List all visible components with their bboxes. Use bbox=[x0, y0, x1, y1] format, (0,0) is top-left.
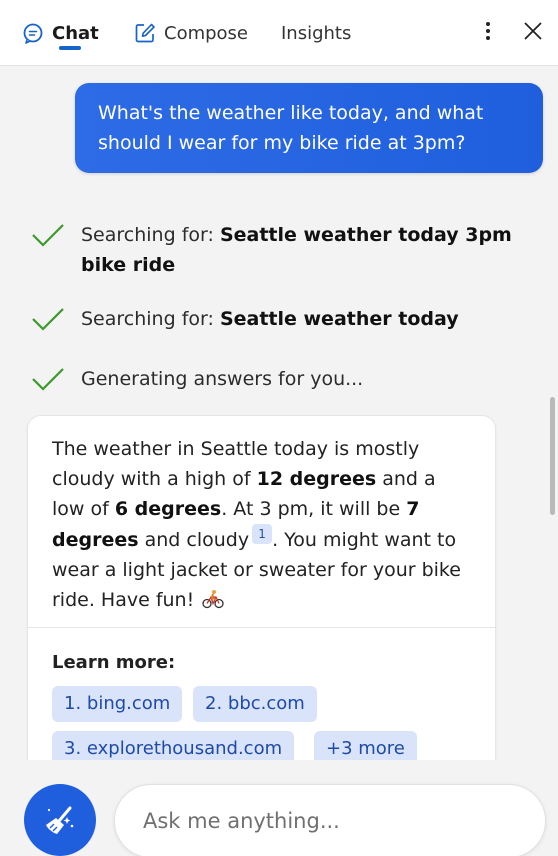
more-options-button[interactable] bbox=[471, 16, 505, 50]
source-link-bbc[interactable]: 2. bbc.com bbox=[193, 686, 317, 722]
tab-chat-label: Chat bbox=[52, 22, 99, 44]
source-links: 1. bing.com 2. bbc.com 3. explorethousan… bbox=[52, 686, 471, 760]
source-link-bing[interactable]: 1. bing.com bbox=[52, 686, 183, 722]
answer-text: The weather in Seattle today is mostly c… bbox=[52, 438, 461, 611]
close-icon bbox=[523, 21, 543, 45]
bicyclist-icon bbox=[202, 590, 224, 609]
status-step-3: Generating answers for you... bbox=[30, 364, 363, 394]
learn-more-title: Learn more: bbox=[52, 652, 176, 673]
close-button[interactable] bbox=[516, 16, 550, 50]
conversation-area[interactable]: What's the weather like today, and what … bbox=[0, 67, 558, 760]
scrollbar-thumb[interactable] bbox=[550, 397, 555, 515]
tab-insights-label: Insights bbox=[281, 22, 352, 44]
search-query: Seattle weather today bbox=[219, 308, 459, 330]
user-message-bubble: What's the weather like today, and what … bbox=[75, 83, 543, 173]
status-step-text: Generating answers for you... bbox=[81, 368, 364, 390]
active-tab-indicator bbox=[59, 46, 81, 50]
ask-input[interactable] bbox=[114, 784, 546, 856]
check-icon bbox=[32, 368, 64, 391]
tab-insights[interactable]: Insights bbox=[281, 18, 351, 48]
compose-icon bbox=[134, 22, 156, 44]
more-vertical-icon bbox=[485, 21, 491, 45]
header-bar: Chat Compose Insights bbox=[0, 0, 558, 66]
answer-card: The weather in Seattle today is mostly c… bbox=[27, 415, 496, 760]
status-step-2: Searching for: Seattle weather today bbox=[30, 304, 459, 334]
new-topic-button[interactable] bbox=[24, 784, 96, 856]
status-step-text: Searching for: Seattle weather today bbox=[81, 308, 459, 330]
footer-bar bbox=[0, 760, 558, 856]
status-step-1: Searching for: Seattle weather today 3pm… bbox=[30, 220, 530, 280]
status-step-text: Searching for: Seattle weather today 3pm… bbox=[81, 224, 512, 276]
broom-icon bbox=[46, 806, 74, 834]
tab-compose-label: Compose bbox=[164, 22, 249, 44]
source-link-explorethousand[interactable]: 3. explorethousand.com bbox=[52, 731, 295, 760]
more-sources-button[interactable]: +3 more bbox=[314, 731, 417, 760]
check-icon bbox=[32, 224, 64, 247]
chat-icon bbox=[22, 22, 44, 44]
citation-badge[interactable]: 1 bbox=[252, 524, 273, 544]
tab-chat[interactable]: Chat bbox=[22, 18, 99, 48]
tab-compose[interactable]: Compose bbox=[134, 18, 248, 48]
check-icon bbox=[32, 308, 64, 331]
learn-more-section: Learn more: 1. bing.com 2. bbc.com 3. ex… bbox=[28, 628, 495, 760]
